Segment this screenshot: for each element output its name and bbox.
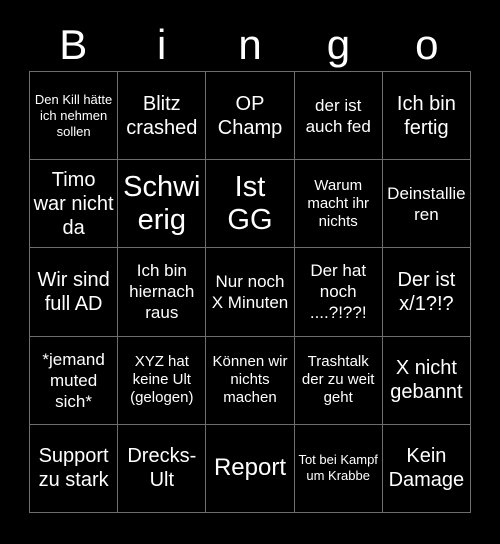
bingo-cell[interactable]: Den Kill hätte ich nehmen sollen (30, 72, 119, 161)
bingo-title-letter-b-label: B (59, 21, 88, 68)
bingo-cell-label: Ist GG (227, 170, 273, 236)
bingo-cell-label: Der hat noch ....?!??! (309, 261, 367, 323)
bingo-cell[interactable]: Ich bin fertig (382, 72, 471, 161)
bingo-title-row: B i n g o (29, 19, 471, 71)
bingo-cell-label: Den Kill hätte ich nehmen sollen (34, 91, 113, 139)
bingo-cell-label: Schwierig (123, 170, 201, 236)
bingo-grid: Den Kill hätte ich nehmen sollen Blitz c… (29, 71, 471, 513)
bingo-cell[interactable]: Ich bin hiernach raus (118, 248, 207, 337)
bingo-title-letter-o-label: o (415, 21, 439, 68)
bingo-cell[interactable]: *jemand muted sich* (30, 336, 119, 425)
bingo-cell-label: Drecks-Ult (127, 445, 197, 492)
bingo-cell-label: X nicht gebannt (390, 357, 463, 404)
bingo-cell[interactable]: Der ist x/1?!? (382, 248, 471, 337)
bingo-cell[interactable]: Trashtalk der zu weit geht (294, 336, 383, 425)
bingo-title-letter-b: B (29, 19, 117, 71)
bingo-cell[interactable]: Kein Damage (382, 424, 471, 513)
bingo-cell-label: Blitz crashed (126, 92, 198, 139)
bingo-cell-label: Wir sind full AD (37, 268, 110, 315)
bingo-title-letter-i-label: i (156, 21, 167, 68)
bingo-title-letter-n: n (206, 19, 294, 71)
bingo-cell[interactable]: Tot bei Kampf um Krabbe (294, 424, 383, 513)
bingo-cell[interactable]: Support zu stark (30, 424, 119, 513)
bingo-cell-label: der ist auch fed (305, 95, 371, 136)
bingo-cell-label: Timo war nicht da (33, 168, 114, 239)
bingo-cell-label: Können wir nichts machen (212, 353, 288, 407)
bingo-cell-label: Nur noch X Minuten (211, 271, 289, 312)
bingo-cell[interactable]: Deinstallieren (382, 160, 471, 249)
bingo-cell-label: Ich bin fertig (396, 92, 456, 139)
bingo-cell[interactable]: Ist GG (206, 160, 295, 249)
bingo-cell-label: Kein Damage (388, 445, 465, 492)
bingo-cell[interactable]: der ist auch fed (294, 72, 383, 161)
bingo-title-letter-g: g (294, 19, 382, 71)
bingo-cell-label: Support zu stark (38, 445, 109, 492)
bingo-title-letter-n-label: n (238, 21, 262, 68)
bingo-cell[interactable]: Report (206, 424, 295, 513)
bingo-cell-label: Trashtalk der zu weit geht (301, 353, 375, 407)
bingo-cell[interactable]: Wir sind full AD (30, 248, 119, 337)
bingo-cell[interactable]: XYZ hat keine Ult (gelogen) (118, 336, 207, 425)
bingo-cell[interactable]: Drecks-Ult (118, 424, 207, 513)
bingo-cell[interactable]: Der hat noch ....?!??! (294, 248, 383, 337)
bingo-cell[interactable]: Blitz crashed (118, 72, 207, 161)
bingo-cell[interactable]: Warum macht ihr nichts (294, 160, 383, 249)
bingo-page: B i n g o Den Kill hätte ich nehmen soll… (0, 0, 500, 544)
bingo-cell[interactable]: Können wir nichts machen (206, 336, 295, 425)
bingo-title-letter-g-label: g (326, 21, 351, 68)
bingo-cell[interactable]: X nicht gebannt (382, 336, 471, 425)
bingo-cell-label: Report (213, 454, 287, 482)
bingo-title-letter-o: o (383, 19, 471, 71)
bingo-cell-label: Warum macht ihr nichts (307, 176, 370, 230)
bingo-cell[interactable]: Timo war nicht da (30, 160, 119, 249)
bingo-cell-label: OP Champ (217, 92, 283, 139)
bingo-cell[interactable]: Schwierig (118, 160, 207, 249)
bingo-cell[interactable]: OP Champ (206, 72, 295, 161)
bingo-cell-label: Der ist x/1?!? (397, 268, 456, 315)
bingo-cell-label: *jemand muted sich* (42, 349, 105, 411)
bingo-cell[interactable]: Nur noch X Minuten (206, 248, 295, 337)
bingo-cell-label: Ich bin hiernach raus (129, 261, 195, 323)
bingo-title-letter-i: i (117, 19, 205, 71)
bingo-cell-label: XYZ hat keine Ult (gelogen) (130, 353, 194, 407)
bingo-cell-label: Deinstallieren (387, 183, 466, 224)
bingo-cell-label: Tot bei Kampf um Krabbe (298, 452, 378, 484)
